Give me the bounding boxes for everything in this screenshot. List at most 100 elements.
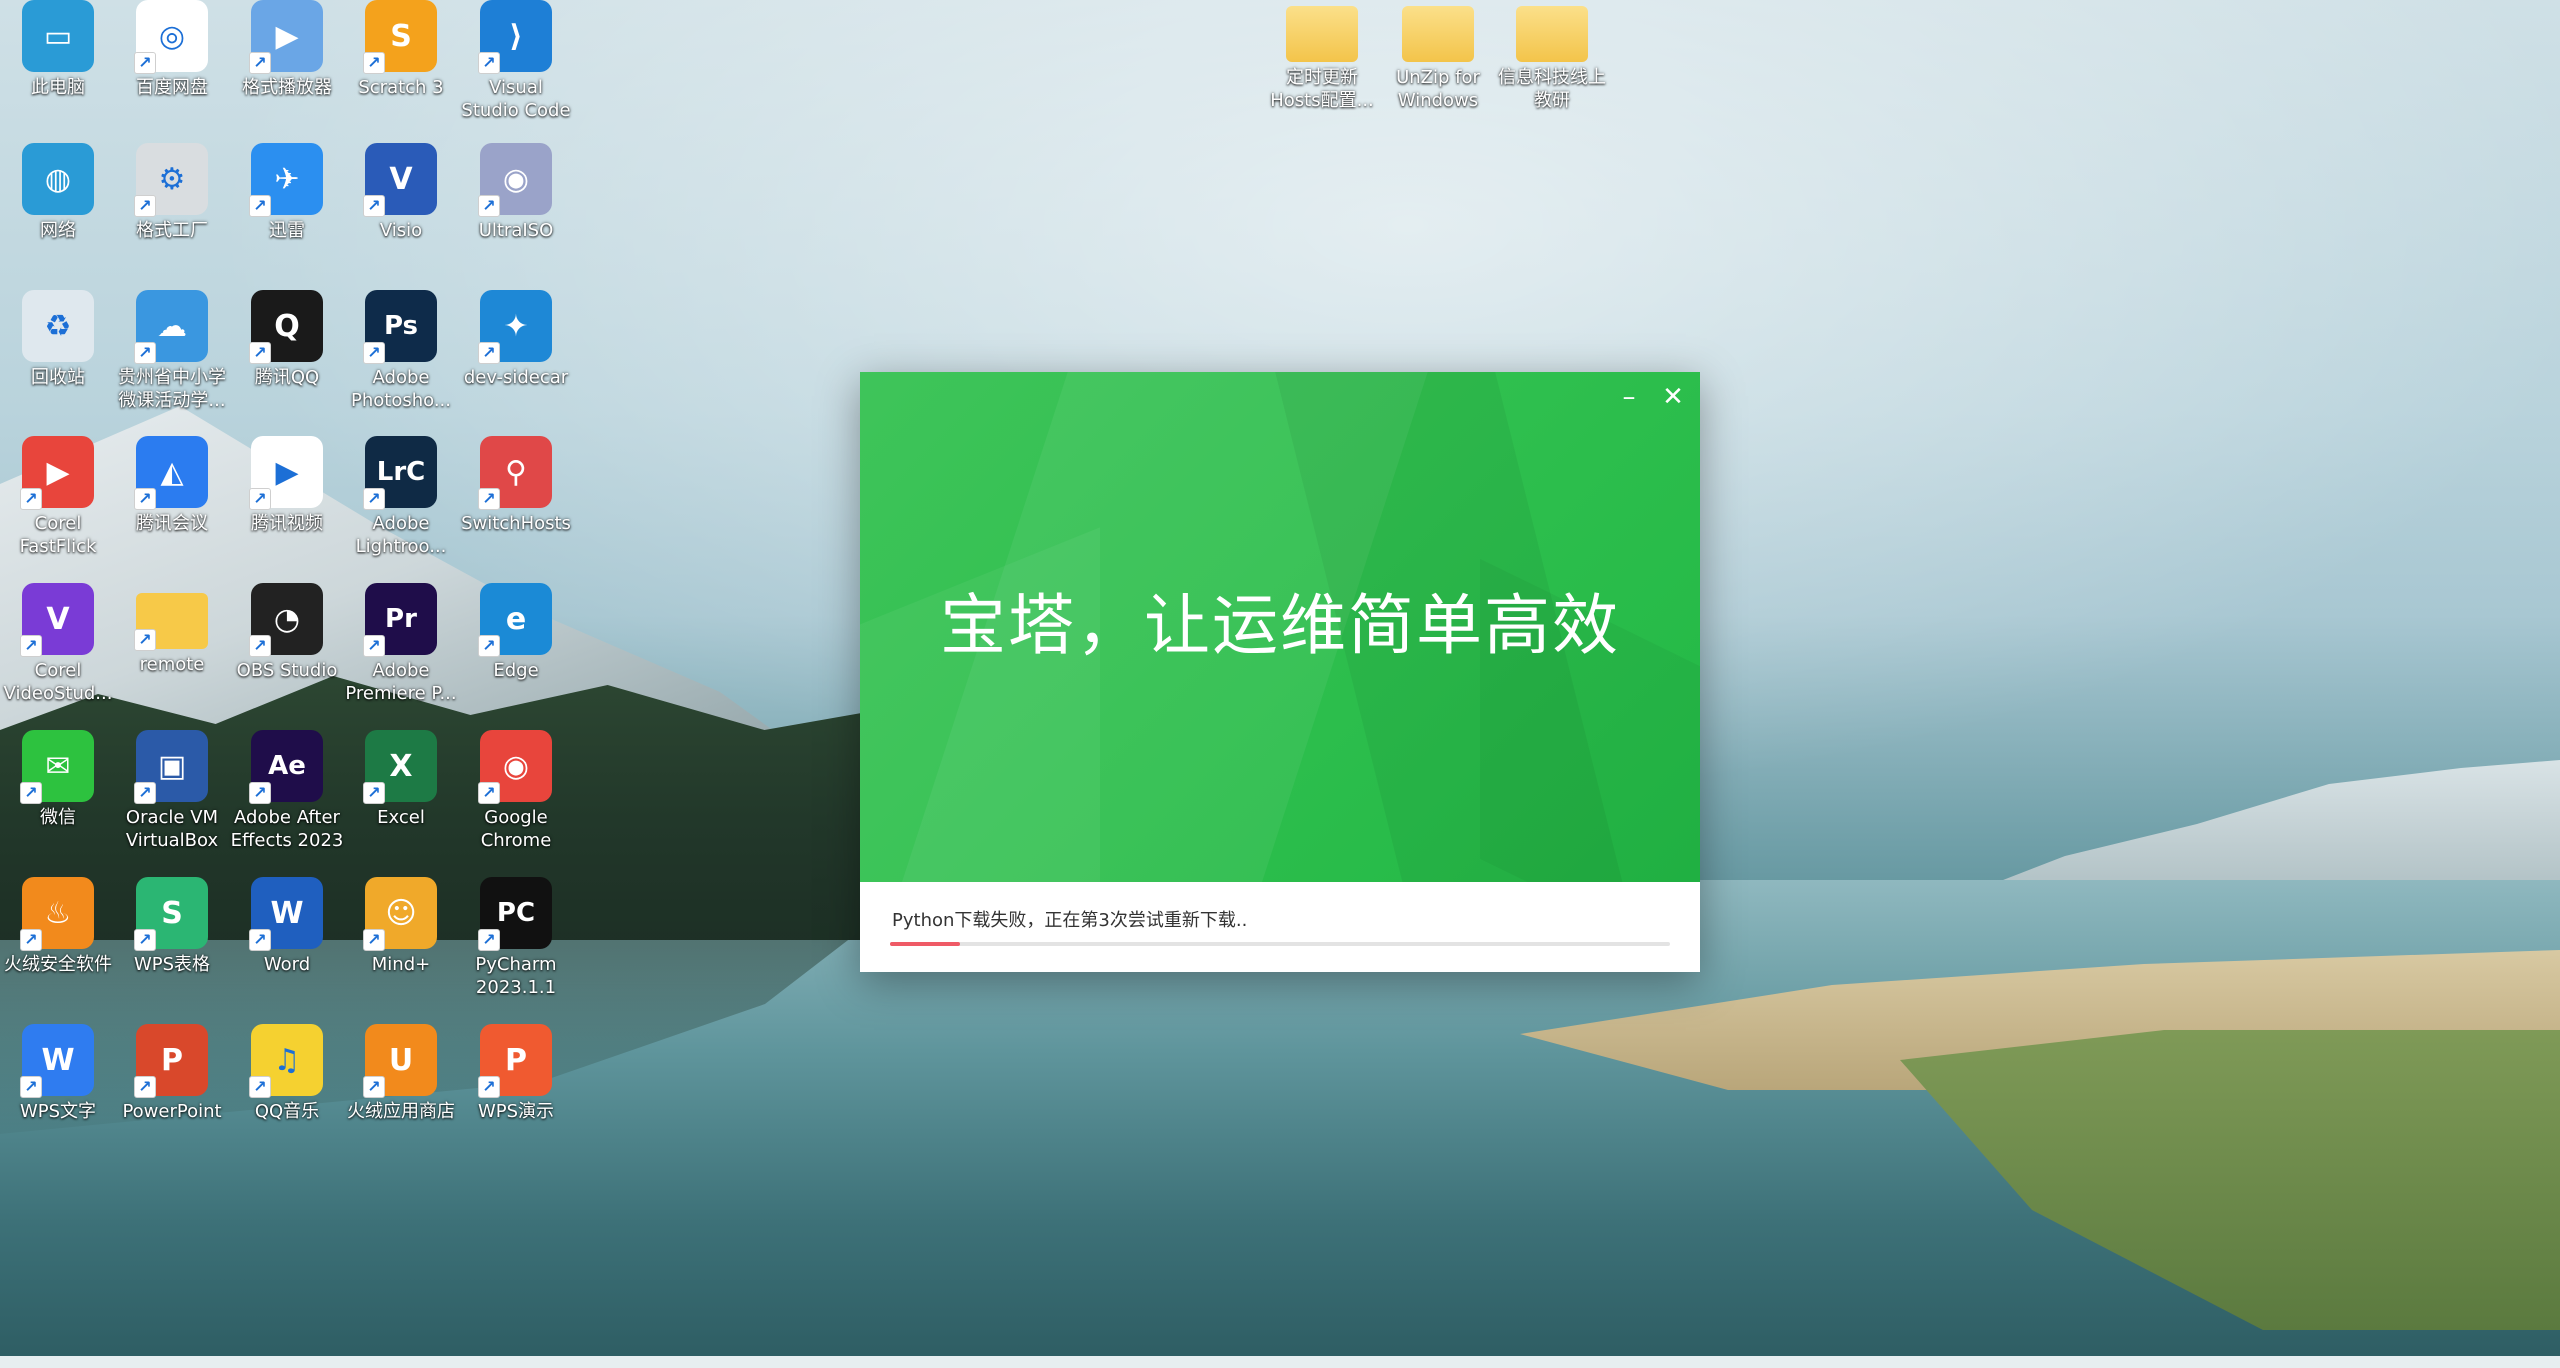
icon-glyph: W xyxy=(41,1042,75,1078)
desktop-folder[interactable]: UnZip for Windows xyxy=(1380,0,1496,112)
powerpoint-icon: P ↗ xyxy=(134,1024,208,1098)
desktop-shortcut-label: 腾讯会议 xyxy=(136,513,208,534)
desktop-shortcut[interactable]: ♫ ↗ QQ音乐 xyxy=(229,1024,345,1123)
shortcut-arrow-icon: ↗ xyxy=(249,52,271,74)
minimize-button[interactable]: – xyxy=(1612,382,1646,412)
icon-glyph: X xyxy=(389,748,413,784)
progress-fill xyxy=(890,942,961,946)
desktop-shortcut[interactable]: ▶ ↗ 腾讯视频 xyxy=(229,436,345,535)
icon-glyph: V xyxy=(389,161,413,197)
shortcut-arrow-icon: ↗ xyxy=(478,635,500,657)
desktop-shortcut[interactable]: ☁ ↗ 贵州省中小学微课活动学... xyxy=(114,290,230,412)
icon-glyph: ◔ xyxy=(273,601,301,637)
desktop-shortcut[interactable]: ◔ ↗ OBS Studio xyxy=(229,583,345,682)
desktop-shortcut[interactable]: ▶ ↗ Corel FastFlick xyxy=(0,436,116,558)
desktop-shortcut[interactable]: P ↗ PowerPoint xyxy=(114,1024,230,1123)
desktop-shortcut-label: 网络 xyxy=(40,220,76,241)
desktop-shortcut[interactable]: ▭ 此电脑 xyxy=(0,0,116,99)
pycharm-icon: PC ↗ xyxy=(478,877,552,951)
desktop-folder[interactable]: 信息科技线上教研 xyxy=(1494,0,1610,112)
icon-glyph: ✦ xyxy=(503,308,529,344)
desktop-shortcut[interactable]: V ↗ Corel VideoStud... xyxy=(0,583,116,705)
desktop-shortcut-label: Excel xyxy=(377,807,425,828)
shortcut-arrow-icon: ↗ xyxy=(249,195,271,217)
shortcut-arrow-icon: ↗ xyxy=(249,929,271,951)
desktop-shortcut[interactable]: S ↗ Scratch 3 xyxy=(343,0,459,99)
desktop-shortcut[interactable]: LrC ↗ Adobe Lightroo... xyxy=(343,436,459,558)
desktop-shortcut[interactable]: W ↗ Word xyxy=(229,877,345,976)
desktop-shortcut[interactable]: Ae ↗ Adobe After Effects 2023 xyxy=(229,730,345,852)
icon-glyph: ♨ xyxy=(44,895,72,931)
desktop-shortcut[interactable]: ↗ remote xyxy=(114,583,230,676)
shortcut-arrow-icon: ↗ xyxy=(134,1076,156,1098)
shortcut-arrow-icon: ↗ xyxy=(20,635,42,657)
shortcut-arrow-icon: ↗ xyxy=(478,1076,500,1098)
wechat-icon: ✉ ↗ xyxy=(20,730,94,804)
shortcut-arrow-icon: ↗ xyxy=(134,629,156,651)
shortcut-arrow-icon: ↗ xyxy=(134,52,156,74)
icon-glyph: ⟩ xyxy=(509,18,523,54)
taskbar-edge xyxy=(0,1356,2560,1368)
icon-glyph: ✉ xyxy=(45,748,71,784)
desktop-shortcut[interactable]: ⚲ ↗ SwitchHosts xyxy=(458,436,574,535)
desktop-shortcut-label: 格式播放器 xyxy=(242,77,332,98)
word-icon: W ↗ xyxy=(249,877,323,951)
desktop-shortcut[interactable]: P ↗ WPS演示 xyxy=(458,1024,574,1123)
corel-fastflick-icon: ▶ ↗ xyxy=(20,436,94,510)
close-button[interactable]: ✕ xyxy=(1656,382,1690,412)
desktop-shortcut[interactable]: ⚙ ↗ 格式工厂 xyxy=(114,143,230,242)
desktop-shortcut[interactable]: ☺ ↗ Mind+ xyxy=(343,877,459,976)
shortcut-arrow-icon: ↗ xyxy=(478,52,500,74)
icon-glyph: W xyxy=(270,895,304,931)
virtualbox-icon: ▣ ↗ xyxy=(134,730,208,804)
folder-icon xyxy=(1402,6,1474,62)
desktop-shortcut[interactable]: ◉ ↗ Google Chrome xyxy=(458,730,574,852)
desktop-shortcut[interactable]: ◭ ↗ 腾讯会议 xyxy=(114,436,230,535)
icon-glyph: e xyxy=(505,601,527,637)
visio-icon: V ↗ xyxy=(363,143,437,217)
desktop-shortcut-label: 微信 xyxy=(40,807,76,828)
video-player-icon: ▶ ↗ xyxy=(249,0,323,74)
desktop-shortcut-label: 此电脑 xyxy=(31,77,85,98)
network-icon: ◍ xyxy=(22,143,94,215)
desktop-shortcut[interactable]: ✉ ↗ 微信 xyxy=(0,730,116,829)
desktop-shortcut-label: Scratch 3 xyxy=(358,77,444,98)
desktop-shortcut-label: Adobe Premiere P... xyxy=(345,660,457,704)
desktop-shortcut[interactable]: ♻ 回收站 xyxy=(0,290,116,389)
pc-icon: ▭ xyxy=(22,0,94,72)
desktop-shortcut[interactable]: V ↗ Visio xyxy=(343,143,459,242)
desktop-shortcut[interactable]: ♨ ↗ 火绒安全软件 xyxy=(0,877,116,976)
icon-glyph: ◉ xyxy=(502,748,530,784)
desktop-shortcut[interactable]: ▣ ↗ Oracle VM VirtualBox xyxy=(114,730,230,852)
desktop-shortcut[interactable]: ✦ ↗ dev-sidecar xyxy=(458,290,574,389)
icon-glyph: ▶ xyxy=(46,454,70,490)
icon-glyph: LrC xyxy=(376,457,426,487)
desktop-shortcut[interactable]: Q ↗ 腾讯QQ xyxy=(229,290,345,389)
desktop-shortcut[interactable]: S ↗ WPS表格 xyxy=(114,877,230,976)
desktop-shortcut[interactable]: Ps ↗ Adobe Photosho... xyxy=(343,290,459,412)
installer-window: 宝塔，让运维简单高效 – ✕ Python下载失败，正在第3次尝试重新下载.. xyxy=(860,372,1700,972)
desktop-shortcut-label: PyCharm 2023.1.1 xyxy=(475,954,557,998)
icon-glyph: ▶ xyxy=(275,454,299,490)
folder-icon: ↗ xyxy=(134,593,208,651)
desktop-shortcut[interactable]: W ↗ WPS文字 xyxy=(0,1024,116,1123)
desktop-folder[interactable]: 定时更新Hosts配置... xyxy=(1264,0,1380,112)
desktop-shortcut[interactable]: PC ↗ PyCharm 2023.1.1 xyxy=(458,877,574,999)
desktop-shortcut-label: 腾讯视频 xyxy=(251,513,323,534)
vscode-icon: ⟩ ↗ xyxy=(478,0,552,74)
desktop-shortcut[interactable]: X ↗ Excel xyxy=(343,730,459,829)
desktop-folder-label: 定时更新Hosts配置... xyxy=(1270,67,1374,111)
desktop-shortcut[interactable]: ✈ ↗ 迅雷 xyxy=(229,143,345,242)
desktop-shortcut[interactable]: ◍ 网络 xyxy=(0,143,116,242)
desktop-shortcut[interactable]: U ↗ 火绒应用商店 xyxy=(343,1024,459,1123)
desktop-shortcut[interactable]: Pr ↗ Adobe Premiere P... xyxy=(343,583,459,705)
desktop-shortcut[interactable]: e ↗ Edge xyxy=(458,583,574,682)
desktop-shortcut-label: 百度网盘 xyxy=(136,77,208,98)
desktop-shortcut[interactable]: ◎ ↗ 百度网盘 xyxy=(114,0,230,99)
shortcut-arrow-icon: ↗ xyxy=(20,1076,42,1098)
desktop-shortcut[interactable]: ◉ ↗ UltraISO xyxy=(458,143,574,242)
desktop-shortcut[interactable]: ⟩ ↗ Visual Studio Code xyxy=(458,0,574,122)
icon-glyph: ◉ xyxy=(502,161,530,197)
icon-glyph: Ae xyxy=(268,751,306,781)
desktop-shortcut[interactable]: ▶ ↗ 格式播放器 xyxy=(229,0,345,99)
